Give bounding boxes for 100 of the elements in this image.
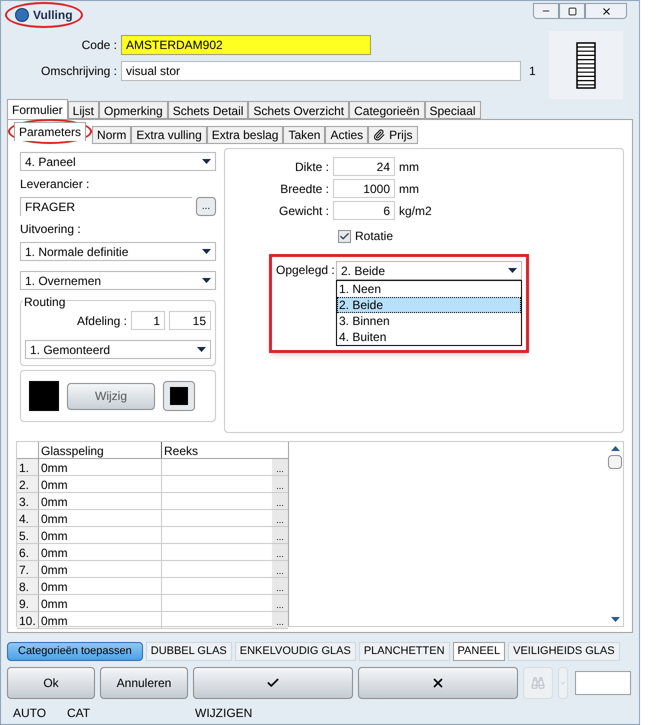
caret-icon	[508, 268, 517, 273]
routing-select[interactable]: 1. Gemonteerd	[25, 340, 211, 359]
action-button[interactable]: Ok	[7, 667, 95, 699]
category-tag[interactable]: PANEEL	[452, 642, 506, 660]
leverancier-field[interactable]: FRAGER	[20, 197, 192, 216]
subtab[interactable]: Extra vulling	[131, 126, 207, 144]
apply-categories-button[interactable]: Categorieën toepassen	[7, 642, 143, 660]
tab[interactable]: Schets Detail	[168, 101, 248, 119]
browse-button[interactable]: ...	[272, 476, 288, 492]
table-cell: 0mm	[39, 544, 162, 560]
number-field[interactable]: 24	[333, 157, 395, 176]
row-number: 6.	[17, 544, 39, 560]
tab[interactable]: Schets Overzicht	[248, 101, 350, 119]
tab[interactable]: Categorieën	[349, 101, 424, 119]
unit-label: kg/m2	[399, 202, 432, 220]
column-header: Reeks	[163, 443, 200, 458]
afdeling-field[interactable]: 15	[169, 311, 211, 330]
row-number: 7.	[17, 561, 39, 577]
row-number: 1.	[17, 459, 39, 475]
subtab[interactable]: Taken	[283, 126, 326, 144]
code-field[interactable]: AMSTERDAM902	[121, 35, 371, 55]
subtab[interactable]: Acties	[325, 126, 368, 144]
opgelegd-label: Opgelegd :	[276, 262, 336, 279]
subtab[interactable]: Parameters	[14, 122, 86, 141]
action-button[interactable]: Annuleren	[100, 667, 188, 699]
browse-button[interactable]: ...	[272, 612, 288, 628]
caret-icon	[202, 159, 211, 164]
cancel-button[interactable]	[358, 667, 518, 699]
row-number: 4.	[17, 510, 39, 526]
category-tag[interactable]: PLANCHETTEN	[358, 642, 450, 660]
browse-button[interactable]: ...	[272, 544, 288, 560]
caret-icon	[197, 347, 206, 352]
uitvoering-select[interactable]: 1. Normale definitie	[20, 242, 216, 261]
scroll-thumb[interactable]	[608, 455, 622, 469]
table-cell: 0mm	[39, 476, 162, 492]
status-item: CAT	[67, 705, 92, 722]
check-icon	[339, 230, 350, 242]
line-count: 1	[528, 63, 537, 80]
uitvoering-label: Uitvoering :	[20, 221, 82, 238]
tab[interactable]: Formulier	[7, 99, 68, 119]
caret-icon	[559, 679, 567, 687]
color-swatch	[170, 387, 188, 405]
close-icon	[431, 676, 445, 690]
browse-button[interactable]: ...	[196, 197, 216, 216]
glass-panel-drawing	[576, 42, 596, 88]
subtab[interactable]: Prijs	[368, 126, 418, 144]
row-number: 5.	[17, 527, 39, 543]
omschrijving-field[interactable]: visual stor	[121, 61, 521, 81]
number-field[interactable]: 6	[333, 201, 395, 220]
rotatie-checkbox[interactable]	[338, 230, 351, 242]
dropdown-option[interactable]: 3. Binnen	[337, 313, 521, 329]
paperclip-icon	[373, 129, 386, 141]
row-number: 8.	[17, 578, 39, 594]
color-picker-button[interactable]	[163, 381, 195, 411]
subtab[interactable]: Extra beslag	[206, 126, 284, 144]
omschrijving-label: Omschrijving :	[40, 63, 118, 80]
field-label: Breedte :	[279, 180, 330, 198]
table-cell: 0mm	[39, 561, 162, 577]
confirm-button[interactable]	[193, 667, 353, 699]
category-tag[interactable]: VEILIGHEIDS GLAS	[508, 642, 620, 660]
tab[interactable]: Speciaal	[424, 101, 481, 119]
afdeling-field[interactable]: 1	[131, 311, 165, 330]
browse-button[interactable]: ...	[272, 459, 288, 475]
app-icon	[15, 8, 29, 22]
dropdown-option[interactable]: 4. Buiten	[337, 329, 521, 345]
category-tag[interactable]: ENKELVOUDIG GLAS	[234, 642, 356, 660]
status-item: WIJZIGEN	[195, 705, 252, 722]
number-field[interactable]: 1000	[333, 179, 395, 198]
dropdown-option[interactable]: 1. Neen	[337, 281, 521, 297]
overnemen-select[interactable]: 1. Overnemen	[20, 271, 216, 290]
close-icon	[600, 6, 612, 16]
table-cell: 0mm	[39, 612, 162, 628]
unit-label: mm	[399, 180, 419, 198]
subtab[interactable]: Norm	[92, 126, 132, 144]
table-cell: 0mm	[39, 493, 162, 509]
row-number: 3.	[17, 493, 39, 509]
maximize-button[interactable]	[559, 3, 585, 19]
browse-button[interactable]: ...	[272, 578, 288, 594]
close-button[interactable]	[585, 3, 627, 19]
tab[interactable]: Opmerking	[99, 101, 168, 119]
type-select[interactable]: 4. Paneel	[20, 152, 216, 171]
browse-button[interactable]: ...	[272, 510, 288, 526]
check-icon	[266, 676, 280, 690]
wijzig-button[interactable]: Wijzig	[67, 382, 155, 410]
caret-icon	[202, 249, 211, 254]
code-label: Code :	[80, 37, 118, 54]
browse-button[interactable]: ...	[272, 493, 288, 509]
browse-button[interactable]: ...	[272, 595, 288, 611]
search-field[interactable]	[575, 671, 631, 695]
table-cell: 0mm	[39, 459, 162, 475]
category-tag[interactable]: DUBBEL GLAS	[146, 642, 232, 660]
browse-button[interactable]: ...	[272, 561, 288, 577]
browse-button[interactable]: ...	[272, 527, 288, 543]
field-label: Gewicht :	[278, 202, 330, 220]
dropdown-option[interactable]: 2. Beide	[337, 297, 521, 313]
status-item: AUTO	[13, 705, 48, 722]
tab[interactable]: Lijst	[68, 101, 100, 119]
opgelegd-select[interactable]: 2. Beide	[336, 261, 522, 280]
caret-icon	[202, 278, 211, 283]
row-number: 9.	[17, 595, 39, 611]
